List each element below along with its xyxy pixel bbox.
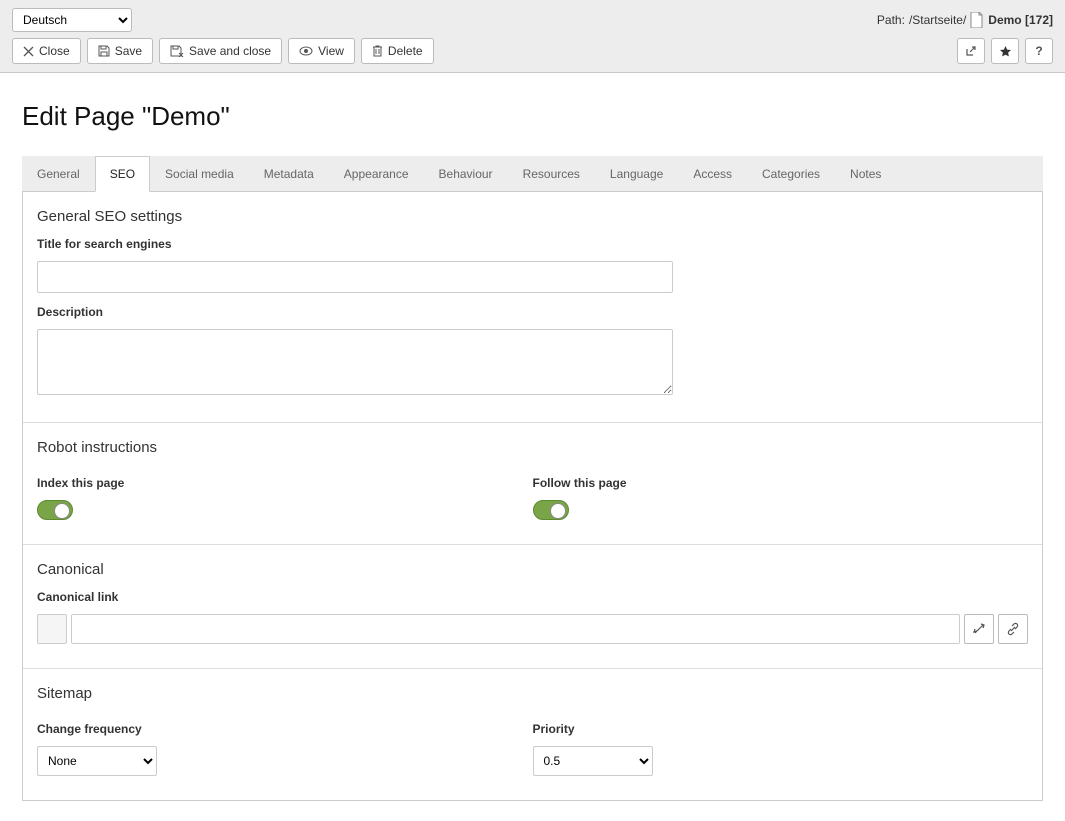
section-robot: Robot instructions Index this page Follo… — [23, 423, 1042, 545]
seo-title-input[interactable] — [37, 261, 673, 293]
follow-label: Follow this page — [533, 476, 1029, 490]
canonical-link-label: Canonical link — [37, 590, 1028, 604]
view-label: View — [318, 44, 344, 58]
seo-description-input[interactable] — [37, 329, 673, 395]
seo-description-label: Description — [37, 305, 1028, 319]
open-external-button[interactable] — [957, 38, 985, 64]
section-heading: Sitemap — [37, 685, 1028, 702]
section-canonical: Canonical Canonical link — [23, 545, 1042, 669]
path-label: Path: — [877, 13, 905, 27]
priority-label: Priority — [533, 722, 1029, 736]
save-button[interactable]: Save — [87, 38, 153, 64]
tab-metadata[interactable]: Metadata — [249, 156, 329, 192]
save-label: Save — [115, 44, 142, 58]
tabs: General SEO Social media Metadata Appear… — [22, 156, 1043, 192]
toolbar-left: Close Save Save and close View Delete — [12, 38, 434, 64]
section-heading: Canonical — [37, 561, 1028, 578]
canonical-link-input[interactable] — [71, 614, 960, 644]
content: Edit Page "Demo" General SEO Social medi… — [0, 73, 1065, 821]
page-id: [172] — [1025, 13, 1053, 27]
delete-label: Delete — [388, 44, 423, 58]
canonical-prefix — [37, 614, 67, 644]
help-button[interactable]: ? — [1025, 38, 1053, 64]
close-icon — [23, 46, 34, 57]
section-heading: Robot instructions — [37, 439, 1028, 456]
frequency-select[interactable]: None — [37, 746, 157, 776]
section-general-seo: General SEO settings Title for search en… — [23, 192, 1042, 423]
tab-resources[interactable]: Resources — [508, 156, 595, 192]
toolbar-right: ? — [957, 38, 1053, 64]
bookmark-button[interactable] — [991, 38, 1019, 64]
save-close-icon — [170, 45, 184, 57]
page-name: Demo — [988, 13, 1021, 27]
seo-title-label: Title for search engines — [37, 237, 1028, 251]
eye-icon — [299, 46, 313, 56]
wizard-icon — [972, 622, 986, 636]
tab-notes[interactable]: Notes — [835, 156, 896, 192]
path-segments: /Startseite/ — [909, 13, 966, 27]
index-toggle[interactable] — [37, 500, 73, 520]
close-label: Close — [39, 44, 70, 58]
topbar: Deutsch Path: /Startseite/ Demo [172] Cl… — [0, 0, 1065, 73]
tab-general[interactable]: General — [22, 156, 95, 192]
save-and-close-button[interactable]: Save and close — [159, 38, 282, 64]
section-sitemap: Sitemap Change frequency None Priority 0… — [23, 669, 1042, 800]
priority-select[interactable]: 0.5 — [533, 746, 653, 776]
help-icon: ? — [1035, 44, 1042, 58]
tab-appearance[interactable]: Appearance — [329, 156, 424, 192]
canonical-link-button[interactable] — [998, 614, 1028, 644]
page-title: Edit Page "Demo" — [22, 101, 1043, 132]
link-icon — [1006, 622, 1020, 636]
tab-behaviour[interactable]: Behaviour — [424, 156, 508, 192]
panel: General SEO settings Title for search en… — [22, 192, 1043, 801]
close-button[interactable]: Close — [12, 38, 81, 64]
trash-icon — [372, 45, 383, 57]
frequency-label: Change frequency — [37, 722, 533, 736]
tab-language[interactable]: Language — [595, 156, 678, 192]
save-icon — [98, 45, 110, 57]
document-icon — [970, 12, 984, 28]
tab-social-media[interactable]: Social media — [150, 156, 249, 192]
language-select[interactable]: Deutsch — [12, 8, 132, 32]
tab-seo[interactable]: SEO — [95, 156, 150, 192]
external-link-icon — [965, 45, 977, 57]
save-close-label: Save and close — [189, 44, 271, 58]
section-heading: General SEO settings — [37, 208, 1028, 225]
follow-toggle[interactable] — [533, 500, 569, 520]
canonical-wizard-button[interactable] — [964, 614, 994, 644]
breadcrumb: Path: /Startseite/ Demo [172] — [877, 12, 1053, 28]
tab-access[interactable]: Access — [678, 156, 747, 192]
delete-button[interactable]: Delete — [361, 38, 434, 64]
star-icon — [999, 45, 1012, 58]
index-label: Index this page — [37, 476, 533, 490]
view-button[interactable]: View — [288, 38, 355, 64]
tab-categories[interactable]: Categories — [747, 156, 835, 192]
